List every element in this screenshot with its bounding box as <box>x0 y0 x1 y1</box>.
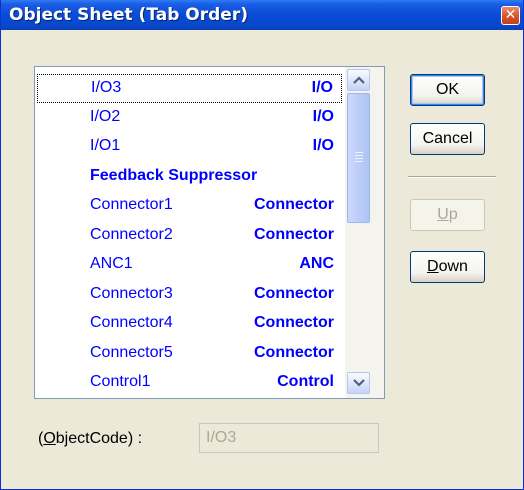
label-rest: bjectCode) : <box>55 430 143 447</box>
down-label-rest: own <box>438 258 468 275</box>
up-label-rest: p <box>448 206 458 223</box>
list-item[interactable]: ANC1 ANC <box>37 251 342 280</box>
tab-order-list[interactable]: I/O3 I/O I/O2 I/O I/O1 I/O Feedback Suppressor… <box>34 66 385 399</box>
title-bar[interactable]: Object Sheet (Tab Order) ✕ <box>1 0 523 30</box>
window-title: Object Sheet (Tab Order) <box>9 5 248 25</box>
label-mnemonic: O <box>43 430 56 447</box>
down-mnemonic: D <box>427 258 439 275</box>
list-item-name: I/O2 <box>90 107 121 125</box>
thumb-grip-line <box>355 152 363 153</box>
list-item-name: Connector1 <box>90 196 173 213</box>
list-item-type: I/O <box>311 79 333 96</box>
list-item[interactable]: Connector3 Connector <box>37 281 342 310</box>
list-item[interactable]: Control1 Control <box>37 369 342 398</box>
list-item-type: Feedback Suppressor <box>90 166 258 184</box>
chevron-down-icon <box>353 379 365 387</box>
list-items-container: I/O3 I/O I/O2 I/O I/O1 I/O Feedback Suppressor… <box>35 67 344 398</box>
list-item[interactable]: Connector4 Connector <box>37 310 342 339</box>
list-item-type: ANC <box>299 255 334 272</box>
list-scrollbar[interactable] <box>345 67 384 398</box>
list-item-name: Connector3 <box>90 284 173 302</box>
list-item-name: Control1 <box>90 373 151 390</box>
list-item[interactable]: I/O2 I/O <box>37 104 342 133</box>
list-item[interactable]: I/O1 I/O <box>37 133 342 162</box>
down-button[interactable]: Down <box>410 251 485 283</box>
list-item-type: Connector <box>254 314 334 331</box>
button-separator <box>408 176 496 178</box>
list-item-name: Connector4 <box>90 314 173 331</box>
list-item-type: Connector <box>254 196 334 213</box>
object-sheet-dialog: Object Sheet (Tab Order) ✕ I/O3 I/O I/O2 I/… <box>0 0 524 490</box>
up-button[interactable]: Up <box>410 199 485 231</box>
close-icon[interactable]: ✕ <box>501 6 520 25</box>
list-item-name: I/O3 <box>91 79 122 96</box>
list-item[interactable]: Connector1 Connector <box>37 192 342 221</box>
thumb-grip-line <box>355 161 363 162</box>
list-item[interactable]: Feedback Suppressor <box>37 163 342 192</box>
list-item[interactable]: Connector5 Connector <box>37 340 342 369</box>
object-code-label: (ObjectCode) : <box>38 430 142 448</box>
list-item-type: Connector <box>254 343 334 361</box>
list-item-name: Connector2 <box>90 225 173 243</box>
scroll-down-button[interactable] <box>347 372 370 394</box>
thumb-grip-line <box>355 155 363 156</box>
list-item-type: Control <box>277 373 334 390</box>
object-code-field[interactable]: I/O3 <box>199 423 379 453</box>
list-item-name: ANC1 <box>90 255 133 272</box>
list-item-type: Connector <box>254 225 334 243</box>
list-item-type: I/O <box>312 107 334 125</box>
list-item-type: Connector <box>254 284 334 302</box>
thumb-grip-line <box>355 158 363 159</box>
cancel-button[interactable]: Cancel <box>410 123 485 155</box>
list-item-type: I/O <box>312 137 334 154</box>
list-item-name: Connector5 <box>90 343 173 361</box>
scroll-thumb[interactable] <box>347 93 370 223</box>
up-mnemonic: U <box>437 206 449 223</box>
list-item[interactable]: Connector2 Connector <box>37 222 342 251</box>
chevron-up-icon <box>353 76 365 84</box>
list-item[interactable]: I/O3 I/O <box>37 74 342 103</box>
list-item-name: I/O1 <box>90 137 121 154</box>
scroll-up-button[interactable] <box>347 69 370 91</box>
ok-button[interactable]: OK <box>410 74 485 106</box>
